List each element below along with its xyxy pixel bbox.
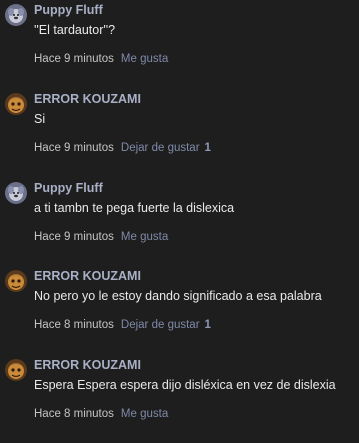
comment-timestamp: Hace 9 minutos [34, 231, 114, 243]
comment-timestamp: Hace 8 minutos [34, 319, 114, 331]
kouzami-avatar-icon[interactable] [5, 270, 27, 292]
comment-timestamp: Hace 9 minutos [34, 142, 114, 154]
unlike-button[interactable]: Dejar de gustar [121, 319, 200, 331]
comment-meta: Hace 8 minutos Me gusta [34, 408, 173, 420]
comment-item: ERROR KOUZAMI Espera Espera espera dijo … [0, 355, 359, 443]
comment-text: No pero yo le estoy dando significado a … [34, 289, 322, 303]
comment-text: a ti tambn te pega fuerte la dislexica [34, 201, 235, 215]
kouzami-avatar-icon[interactable] [5, 359, 27, 381]
comment-text: Espera Espera espera dijo disléxica en v… [34, 378, 336, 392]
puppy-avatar-icon[interactable] [5, 4, 27, 26]
comment-item: Puppy Fluff ''El tardautor''? Hace 9 min… [0, 0, 359, 88]
comment-timestamp: Hace 9 minutos [34, 53, 114, 65]
comment-author[interactable]: ERROR KOUZAMI [34, 269, 141, 283]
like-count: 1 [204, 142, 211, 154]
unlike-button[interactable]: Dejar de gustar [121, 142, 200, 154]
comment-text: ''El tardautor''? [34, 23, 116, 37]
comment-text: Si [34, 112, 46, 126]
comment-item: Puppy Fluff a ti tambn te pega fuerte la… [0, 178, 359, 266]
comment-meta: Hace 9 minutos Dejar de gustar 1 [34, 142, 211, 154]
comment-author[interactable]: Puppy Fluff [34, 181, 103, 195]
comment-item: ERROR KOUZAMI No pero yo le estoy dando … [0, 266, 359, 354]
comment-meta: Hace 9 minutos Me gusta [34, 53, 173, 65]
like-button[interactable]: Me gusta [121, 408, 168, 420]
comment-meta: Hace 8 minutos Dejar de gustar 1 [34, 319, 211, 331]
like-count: 1 [204, 319, 211, 331]
comment-item: ERROR KOUZAMI Si Hace 9 minutos Dejar de … [0, 89, 359, 177]
comment-author[interactable]: Puppy Fluff [34, 3, 103, 17]
comment-author[interactable]: ERROR KOUZAMI [34, 358, 141, 372]
comment-author[interactable]: ERROR KOUZAMI [34, 92, 141, 106]
puppy-avatar-icon[interactable] [5, 182, 27, 204]
kouzami-avatar-icon[interactable] [5, 93, 27, 115]
comment-meta: Hace 9 minutos Me gusta [34, 231, 173, 243]
comment-timestamp: Hace 8 minutos [34, 408, 114, 420]
like-button[interactable]: Me gusta [121, 231, 168, 243]
like-button[interactable]: Me gusta [121, 53, 168, 65]
